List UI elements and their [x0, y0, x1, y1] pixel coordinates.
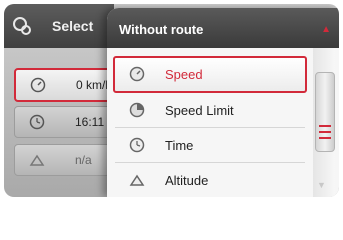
- background-row-speed[interactable]: 0 km/h: [14, 68, 118, 102]
- without-route-menu: Without route ▲ Speed Speed Limit Time A…: [107, 8, 339, 197]
- settings-icon: [13, 17, 31, 35]
- grip-line: [319, 125, 331, 127]
- speed-gauge-icon: [30, 77, 46, 93]
- altitude-value: n/a: [75, 153, 92, 167]
- scrollbar-thumb[interactable]: [315, 72, 335, 152]
- background-row-altitude[interactable]: n/a: [14, 144, 116, 176]
- grip-line: [319, 131, 331, 133]
- navigation-device-screen: Select 0 km/h 16:11 n/a Without route ▲: [4, 4, 339, 197]
- menu-title: Without route: [119, 22, 204, 37]
- menu-scrollbar[interactable]: [313, 48, 335, 197]
- altitude-icon: [29, 154, 45, 166]
- background-header: Select: [4, 4, 114, 48]
- background-row-time[interactable]: 16:11: [14, 106, 116, 138]
- scroll-down-arrow-icon[interactable]: ▼: [317, 180, 326, 190]
- menu-item-label: Altitude: [165, 173, 209, 188]
- menu-item-time[interactable]: Time: [115, 129, 305, 163]
- menu-header: Without route ▲: [107, 8, 339, 48]
- clock-icon: [29, 114, 45, 130]
- menu-item-speed-limit[interactable]: Speed Limit: [115, 94, 305, 128]
- speed-limit-icon: [129, 102, 145, 118]
- menu-item-altitude[interactable]: Altitude: [115, 164, 305, 197]
- scroll-up-arrow-icon[interactable]: ▲: [321, 24, 331, 35]
- menu-item-label: Time: [165, 138, 194, 153]
- menu-item-label: Speed Limit: [165, 103, 234, 118]
- altitude-icon: [129, 174, 145, 186]
- menu-item-label: Speed: [165, 67, 203, 82]
- menu-item-speed[interactable]: Speed: [113, 56, 307, 93]
- background-title: Select: [52, 18, 94, 34]
- clock-icon: [129, 137, 145, 153]
- time-value: 16:11: [75, 115, 105, 129]
- grip-line: [319, 137, 331, 139]
- speed-gauge-icon: [129, 66, 145, 82]
